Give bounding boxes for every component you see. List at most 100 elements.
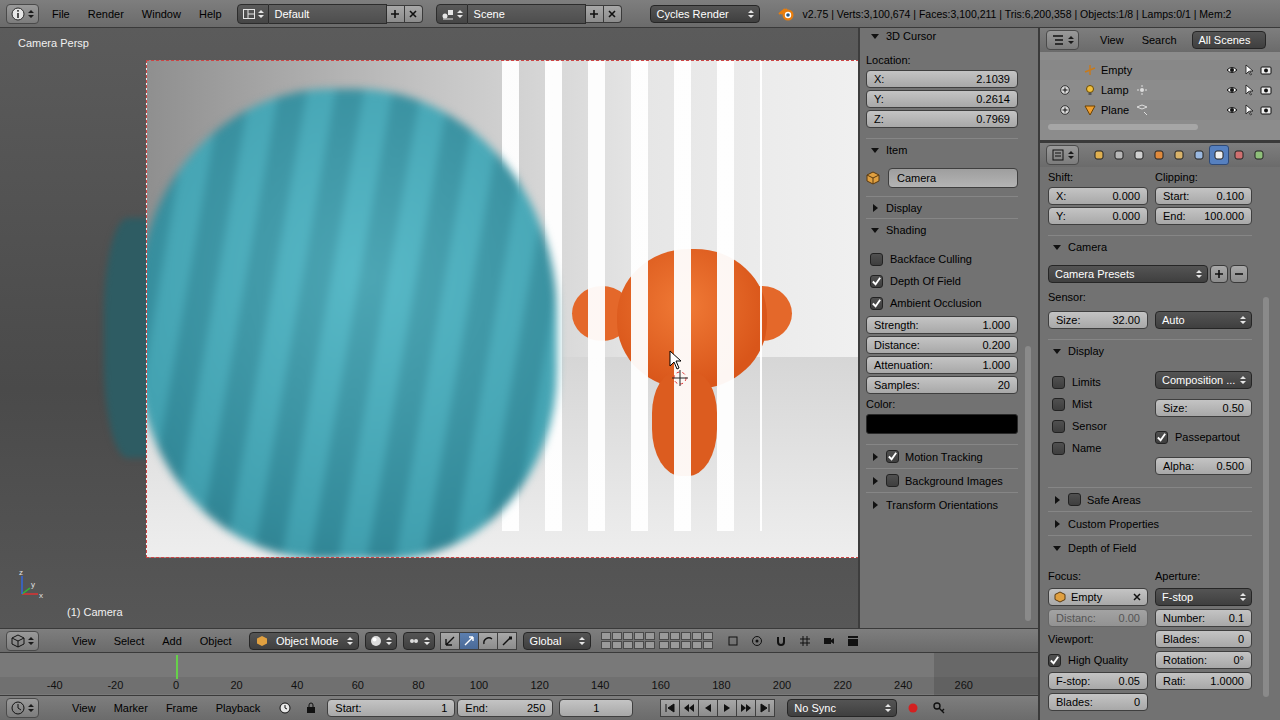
menu-item[interactable]: View	[1091, 32, 1133, 48]
layer-button[interactable]	[681, 632, 691, 640]
scale-toggle[interactable]	[497, 632, 517, 650]
layout-name-field[interactable]: Default	[269, 4, 387, 24]
sync-dropdown[interactable]: No Sync	[787, 699, 897, 717]
checkbox[interactable]	[870, 253, 883, 266]
menu-item[interactable]: Marker	[105, 700, 157, 716]
checkbox[interactable]	[870, 297, 883, 310]
render-camera-icon[interactable]	[1260, 84, 1272, 96]
panel-header[interactable]: Custom Properties	[1048, 511, 1252, 535]
number-field[interactable]: Y:0.000	[1048, 207, 1148, 225]
outliner-row[interactable]: Lamp	[1040, 80, 1280, 100]
checkbox[interactable]	[1068, 493, 1081, 506]
focus-distance-field[interactable]: Distanc:0.00	[1048, 609, 1148, 627]
next-keyframe-button[interactable]	[736, 699, 756, 717]
shelf-scrollbar[interactable]	[1018, 28, 1038, 628]
number-field[interactable]: X:0.000	[1048, 187, 1148, 205]
panel-header[interactable]: Display	[1048, 339, 1252, 361]
checkbox[interactable]	[1052, 398, 1065, 411]
menu-item[interactable]: Playback	[207, 700, 270, 716]
number-field[interactable]: End:100.000	[1155, 207, 1252, 225]
pivot-dropdown[interactable]	[403, 632, 435, 650]
start-frame-field[interactable]: Start:1	[327, 699, 455, 717]
checkbox[interactable]	[1052, 420, 1065, 433]
context-tab[interactable]	[1149, 145, 1169, 165]
checkbox[interactable]	[1155, 431, 1168, 444]
menu-item[interactable]: Search	[1133, 32, 1186, 48]
timeline[interactable]: -40-200204060801001201401601802002202402…	[0, 652, 1038, 695]
translate-toggle[interactable]	[459, 632, 479, 650]
layer-button[interactable]	[623, 632, 633, 640]
panel-header[interactable]: Camera	[1048, 235, 1252, 257]
snap-button[interactable]	[771, 632, 791, 650]
object-name-field[interactable]: Camera	[888, 168, 1018, 188]
panel-header[interactable]: Transform Orientations	[866, 492, 1018, 516]
mode-dropdown[interactable]: Object Mode	[249, 632, 359, 650]
checkbox[interactable]	[1048, 654, 1061, 667]
layer-button[interactable]	[623, 641, 633, 649]
editor-type-button[interactable]	[6, 4, 39, 24]
layer-button[interactable]	[645, 641, 655, 649]
layout-browse-button[interactable]	[237, 4, 269, 24]
number-field[interactable]: Attenuation:1.000	[866, 356, 1018, 374]
scrollbar-thumb[interactable]	[1263, 297, 1269, 697]
layer-button[interactable]	[692, 632, 702, 640]
panel-header[interactable]: 3D Cursor	[866, 28, 1018, 46]
layer-button[interactable]	[659, 641, 669, 649]
menu-item[interactable]: Select	[105, 633, 154, 649]
checkbox-row[interactable]: Ambient Occlusion	[866, 292, 1018, 314]
color-swatch[interactable]	[866, 414, 1018, 434]
outliner-hscrollbar[interactable]	[1048, 124, 1258, 130]
remove-preset-button[interactable]	[1230, 265, 1248, 283]
scrollbar-thumb[interactable]	[1025, 346, 1031, 621]
checkbox-row[interactable]: Passepartout	[1155, 427, 1252, 447]
record-button[interactable]	[903, 699, 923, 717]
editor-type-button[interactable]	[1046, 145, 1079, 165]
panel-header[interactable]: Item	[866, 138, 1018, 160]
layer-button[interactable]	[670, 632, 680, 640]
end-frame-field[interactable]: End:250	[457, 699, 553, 717]
expander[interactable]	[1060, 85, 1070, 95]
camera-presets-dropdown[interactable]: Camera Presets	[1048, 265, 1208, 283]
checkbox-row[interactable]: Depth Of Field	[866, 270, 1018, 292]
number-field[interactable]: Strength:1.000	[866, 316, 1018, 334]
select-arrow-icon[interactable]	[1243, 64, 1255, 76]
sensor-fit-dropdown[interactable]: Auto	[1155, 311, 1252, 329]
object-name[interactable]: Plane	[1101, 104, 1129, 116]
add-scene-button[interactable]	[586, 5, 604, 23]
play-reverse-button[interactable]	[698, 699, 718, 717]
composition-guides-dropdown[interactable]: Composition ...	[1155, 371, 1252, 389]
menu-item[interactable]: Frame	[157, 700, 207, 716]
number-field[interactable]: F-stop:0.05	[1048, 672, 1148, 690]
scene-name-field[interactable]: Scene	[468, 4, 586, 24]
layer-button[interactable]	[692, 641, 702, 649]
render-camera-icon[interactable]	[1260, 104, 1272, 116]
number-field[interactable]: Y:0.2614	[866, 90, 1018, 108]
number-field[interactable]: Samples:20	[866, 376, 1018, 394]
context-tab[interactable]	[1089, 145, 1109, 165]
delete-scene-button[interactable]	[604, 5, 622, 23]
number-field[interactable]: Blades:0	[1155, 630, 1252, 648]
panel-header[interactable]: Display	[866, 196, 1018, 218]
checkbox-row[interactable]: Mist	[1048, 393, 1148, 415]
context-tab[interactable]	[1229, 145, 1249, 165]
add-layout-button[interactable]	[387, 5, 405, 23]
add-preset-button[interactable]	[1210, 265, 1228, 283]
keying-set-button[interactable]	[929, 699, 949, 717]
object-name[interactable]: Lamp	[1101, 84, 1129, 96]
panel-header[interactable]: Motion Tracking	[866, 444, 1018, 468]
context-tab[interactable]	[1109, 145, 1129, 165]
number-field[interactable]: Blades:0	[1048, 693, 1148, 711]
rotate-toggle[interactable]	[478, 632, 498, 650]
snap-element-button[interactable]	[795, 632, 815, 650]
number-field[interactable]: Rati:1.0000	[1155, 672, 1252, 690]
layer-button[interactable]	[670, 641, 680, 649]
menu-item[interactable]: Window	[133, 6, 190, 22]
checkbox[interactable]	[886, 474, 899, 487]
prev-keyframe-button[interactable]	[679, 699, 699, 717]
menu-item[interactable]: File	[43, 6, 79, 22]
layer-button[interactable]	[703, 632, 713, 640]
layer-button[interactable]	[601, 641, 611, 649]
proportional-edit-button[interactable]	[747, 632, 767, 650]
checkbox[interactable]	[870, 275, 883, 288]
expander[interactable]	[1060, 105, 1070, 115]
